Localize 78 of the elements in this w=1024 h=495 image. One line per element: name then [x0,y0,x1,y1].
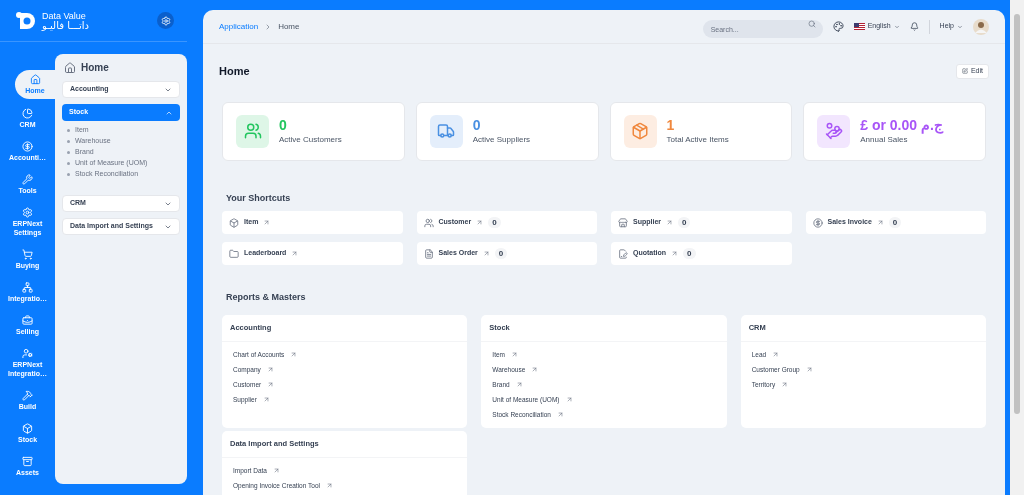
arrow-up-right-icon [531,366,539,373]
arrow-up-right-icon [272,467,280,474]
arrow-up-right-icon [515,381,523,388]
stat-value: 0 [279,116,288,134]
users-icon [423,217,434,228]
store-icon [618,217,628,228]
scrollbar[interactable] [1010,0,1024,495]
arrow-up-right-icon [291,250,299,257]
count-badge: 0 [888,217,902,228]
arrow-up-right-icon [266,366,274,373]
stat-label: Annual Sales [860,134,909,146]
section-heading: Your Shortcuts [225,191,292,205]
hammer-icon [22,390,33,401]
home-icon [64,61,76,74]
avatar[interactable] [973,18,989,35]
palette-icon[interactable] [832,21,844,32]
arrow-up-right-icon [805,366,813,373]
arrow-up-right-icon [781,381,789,388]
count-badge: 0 [683,248,696,259]
hand-coins-icon [824,122,843,140]
arrow-up-right-icon [482,250,490,257]
arrow-up-right-icon [325,482,333,489]
edit-icon [961,68,968,75]
gear-icon [160,15,171,26]
count-badge: 0 [494,248,508,259]
arrow-up-right-icon [511,351,518,358]
breadcrumb-current: Home [278,20,300,33]
brand-name: Data Value [42,10,87,21]
dollar-icon [812,217,823,228]
section-heading: Reports & Masters [225,291,307,304]
arrow-up-right-icon [267,381,275,388]
arrow-up-right-icon [263,219,271,226]
user-icon [22,348,33,359]
page-title: Home [219,64,250,79]
search-icon [807,19,816,28]
box-icon [229,217,239,228]
home-icon [29,74,41,85]
stat-value: 1 [666,116,676,134]
cart-icon [22,249,33,260]
logo-icon [16,9,38,32]
arrow-up-right-icon [772,351,780,358]
document-icon [618,248,628,259]
count-badge: 0 [678,217,691,228]
chevron-down-icon [893,23,900,30]
arrow-up-right-icon [262,396,270,403]
arrow-up-right-icon [556,411,564,418]
settings-button[interactable] [157,12,174,29]
chevron-down-icon [957,23,963,30]
document-icon [423,248,434,259]
count-badge: 0 [488,217,501,228]
truck-icon [437,122,456,140]
stat-label: Active Suppliers [472,134,531,146]
arrow-up-right-icon [671,250,679,257]
briefcase-icon [22,315,33,326]
archive-icon [22,456,33,467]
arrow-up-right-icon [565,396,573,403]
stat-label: Total Active Items [666,134,729,146]
package-icon [631,122,649,140]
brand-name-arabic: داتـــا فاليـو [42,20,90,31]
stat-value: £ or 0.00 ج.م [860,116,943,134]
folder-icon [229,248,239,259]
breadcrumb-link[interactable]: Application [219,20,259,33]
flag-icon [853,23,865,30]
gear-icon [22,207,33,218]
wrench-icon [22,174,33,185]
arrow-up-right-icon [876,219,884,226]
users-icon [243,122,262,140]
dollar-icon [22,141,33,152]
arrow-up-right-icon [290,351,298,358]
arrow-up-right-icon [666,219,673,226]
stat-value: 0 [472,116,482,134]
stat-label: Active Customers [279,134,342,146]
bell-icon[interactable] [909,22,919,31]
arrow-up-right-icon [476,219,484,226]
pie-chart-icon [22,108,33,119]
box-icon [22,423,33,434]
sidebar-title: Home [81,61,109,75]
network-icon [22,282,33,293]
